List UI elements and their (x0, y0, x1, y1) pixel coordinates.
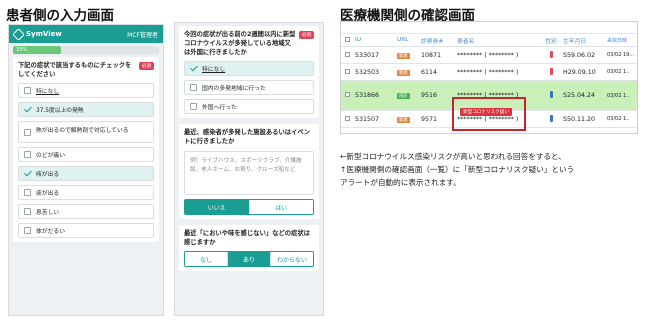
question-text: 今回の症状が出る前の2週間以内に新型コロナウイルスが多発している地域又は外国に行… (184, 31, 296, 56)
option-phlegm[interactable]: 痰が出る (18, 185, 154, 200)
progress-fill: 33% (13, 46, 62, 54)
logo-icon (12, 27, 25, 41)
patient-questions-screen: 今回の症状が出る前の2週間以内に新型コロナウイルスが多発している地域又は外国に行… (174, 22, 324, 316)
checkbox[interactable] (24, 208, 31, 215)
option-cough[interactable]: 咳が出る (18, 166, 154, 181)
row-name: ******** ( ******** ) (457, 68, 519, 76)
checkbox[interactable] (190, 84, 197, 91)
app-header: SymView MCF管理者 (9, 25, 163, 43)
row-id: 533017 (355, 51, 380, 59)
row-id: 531866 (355, 92, 380, 99)
event-question-card: 最近、感染者が多発した施設あるいはイベントに行きましたか 例）ライブハウス、スポ… (179, 124, 319, 219)
checkbox[interactable] (24, 87, 31, 94)
row-visit: 03/02 1.. (607, 116, 630, 122)
row-checkbox[interactable] (345, 92, 350, 97)
url-badge[interactable]: 再診 (397, 93, 410, 99)
url-badge[interactable]: 新規 (397, 69, 410, 76)
yes-button[interactable]: はい (248, 200, 313, 214)
caption-line-3: アラートが自動的に表示されます。 (340, 178, 461, 187)
row-birth: S25.04.24 (563, 92, 596, 99)
female-icon (549, 50, 553, 58)
question-text: 最近、感染者が多発した施設あるいはイベントに行きましたか (184, 129, 310, 145)
header-sex[interactable]: 性別 (539, 36, 563, 45)
row-checkbox[interactable] (345, 68, 350, 74)
checkbox-checked[interactable] (24, 170, 31, 177)
header-visit[interactable]: 来院日時 (607, 37, 637, 44)
row-card: 6114 (421, 68, 438, 76)
row-visit: 03/02 1.. (607, 92, 630, 99)
option-breathless[interactable]: 息苦しい (18, 204, 154, 219)
table-header: ID URL 診察券# 患者名 性別 生年月日 来院日時 (341, 34, 637, 47)
app-logo[interactable]: SymView (12, 27, 62, 41)
table-row[interactable]: 532503 新規 6114 ******** ( ******** ) H29… (341, 64, 637, 81)
checkbox-checked[interactable] (190, 65, 197, 72)
patient-input-screen: SymView MCF管理者 33% 下記の症状で該当するものにチェックをしてく… (8, 24, 164, 316)
checkbox[interactable] (24, 189, 31, 196)
option-none[interactable]: 特になし (184, 61, 314, 76)
row-id: 532503 (355, 68, 380, 76)
male-icon (549, 91, 553, 98)
left-heading: 患者側の入力画面 (6, 8, 114, 24)
option-domestic[interactable]: 国内の多発地域に行った (184, 80, 314, 95)
yes-no-toggle: いいえ はい (184, 199, 314, 215)
no-button[interactable]: いいえ (185, 200, 249, 214)
row-checkbox[interactable] (345, 115, 350, 121)
event-textarea[interactable]: 例）ライブハウス、スポーツクラブ、介護施設、老人ホーム、お祭り、クルーズ船など (184, 151, 314, 195)
row-visit: 03/02 1.. (607, 69, 630, 75)
row-birth: S50.11.20 (563, 115, 596, 123)
option-sore-throat[interactable]: のどが痛い (18, 147, 154, 162)
required-badge: 必須 (299, 31, 314, 39)
app-name: SymView (26, 30, 62, 38)
row-id: 531507 (355, 115, 380, 123)
row-checkbox[interactable] (345, 51, 350, 57)
row-visit: 03/02 19:.. (607, 52, 635, 58)
checkbox[interactable] (190, 103, 197, 110)
female-icon (549, 67, 553, 75)
row-birth: S59.06.02 (563, 51, 596, 59)
checkbox[interactable] (24, 227, 31, 234)
url-badge[interactable]: 新規 (397, 52, 410, 59)
checkbox-checked[interactable] (24, 106, 31, 113)
header-name[interactable]: 患者名 (457, 36, 539, 45)
account-label[interactable]: MCF管理者 (127, 30, 158, 39)
none-button[interactable]: なし (185, 252, 227, 266)
checkbox[interactable] (24, 151, 31, 158)
checkbox[interactable] (24, 128, 31, 136)
progress-bar: 33% (13, 46, 159, 54)
option-none[interactable]: 特になし (18, 83, 154, 98)
option-abroad[interactable]: 外国へ行った (184, 99, 314, 114)
required-badge: 必須 (139, 62, 154, 70)
option-antipyretic[interactable]: 熱が出るので解熱剤で対応している (18, 121, 154, 143)
symptom-question-card: 下記の症状で該当するものにチェックをしてください 必須 特になし 37.5度以上… (13, 57, 159, 242)
caption-line-1: ←新型コロナウイルス感染リスクが高いと思われる回答をすると、 (340, 152, 566, 161)
smell-toggle: なし あり わからない (184, 251, 314, 267)
option-fever[interactable]: 37.5度以上の発熱 (18, 102, 154, 117)
male-icon (549, 114, 553, 122)
row-birth: H29.09.10 (563, 68, 596, 76)
option-fatigue[interactable]: 体がだるい (18, 223, 154, 238)
header-card[interactable]: 診察券# (421, 36, 457, 45)
question-text: 下記の症状で該当するものにチェックをしてください (18, 62, 132, 78)
unknown-button[interactable]: わからない (270, 252, 313, 266)
row-card: 10871 (421, 51, 442, 59)
caption-line-2: ↑医療機関側の確認画面（一覧）に「新型コロナリスク疑い」という (340, 165, 575, 174)
header-id[interactable]: ID (355, 37, 397, 43)
list-toolbar (341, 22, 637, 34)
table-row[interactable]: 533017 新規 10871 ******** ( ******** ) S5… (341, 47, 637, 64)
question-text: 最近「においや味を感じない」などの症状は感じますか (184, 230, 310, 246)
select-all-checkbox[interactable] (345, 36, 350, 42)
smell-question-card: 最近「においや味を感じない」などの症状は感じますか なし あり わからない (179, 225, 319, 271)
travel-question-card: 今回の症状が出る前の2週間以内に新型コロナウイルスが多発している地域又は外国に行… (179, 26, 319, 118)
row-name: ******** ( ******** ) (457, 51, 519, 59)
header-url[interactable]: URL (397, 37, 421, 43)
covid-risk-alert-badge[interactable]: 新型コロナリスク疑い (460, 108, 512, 116)
url-badge[interactable]: 新規 (397, 116, 410, 123)
header-birth[interactable]: 生年月日 (563, 36, 607, 45)
present-button[interactable]: あり (227, 252, 270, 266)
